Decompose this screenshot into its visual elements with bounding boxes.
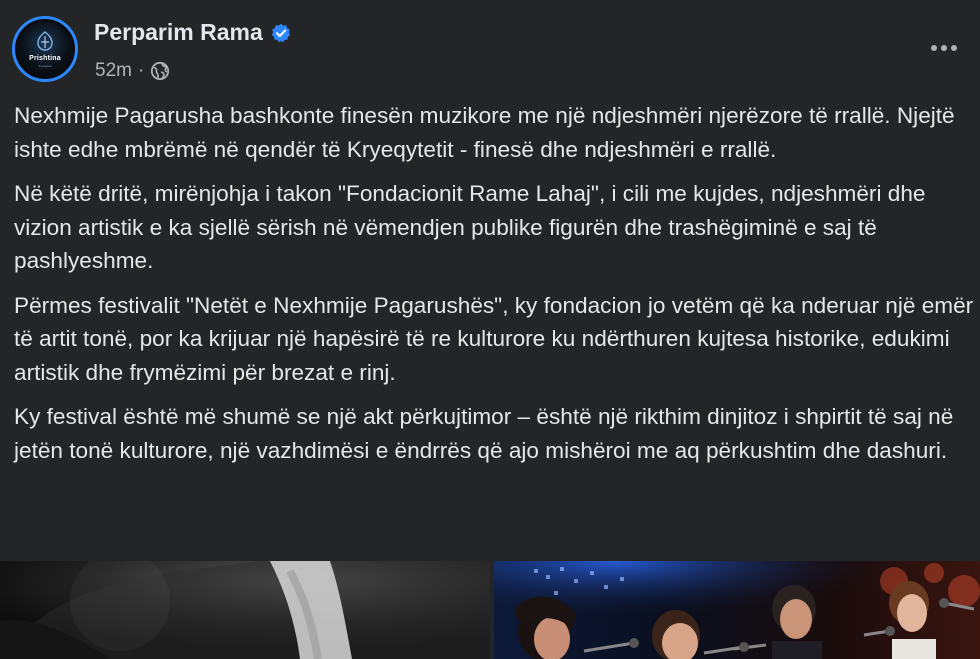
- author-name[interactable]: Perparim Rama: [94, 19, 263, 46]
- photo-singer-illustration: [0, 561, 490, 659]
- post-paragraph: Në këtë dritë, mirënjohja i takon "Fonda…: [14, 181, 926, 273]
- avatar-emblem-icon: [37, 31, 53, 51]
- post-timestamp[interactable]: 52m: [95, 60, 132, 82]
- more-options-icon: [931, 45, 957, 51]
- post-paragraph: Ky festival është më shumë se një akt pë…: [14, 404, 954, 463]
- meta-separator: ·: [137, 60, 145, 81]
- post-photo-performers[interactable]: [494, 561, 980, 659]
- post-media-grid: [0, 561, 980, 659]
- post-text: Nexhmije Pagarusha bashkonte finesën muz…: [14, 99, 974, 478]
- author-avatar[interactable]: Prishtina kryeqyteti: [12, 16, 78, 82]
- author-name-row: Perparim Rama: [94, 19, 291, 46]
- photo-performers-illustration: [494, 561, 980, 659]
- post-paragraph: Nexhmije Pagarusha bashkonte finesën muz…: [14, 103, 955, 162]
- more-options-button[interactable]: [928, 32, 960, 64]
- avatar-logo-text: Prishtina: [29, 55, 61, 62]
- globe-icon[interactable]: [150, 61, 170, 81]
- post-paragraph: Përmes festivalit "Netët e Nexhmije Paga…: [14, 292, 974, 385]
- post-card: Prishtina kryeqyteti Perparim Rama 52m ·…: [0, 0, 980, 659]
- post-photo-singer[interactable]: [0, 561, 490, 659]
- post-meta: 52m ·: [95, 60, 170, 82]
- verified-badge-icon: [271, 23, 290, 42]
- avatar-logo-subtext: kryeqyteti: [38, 64, 52, 68]
